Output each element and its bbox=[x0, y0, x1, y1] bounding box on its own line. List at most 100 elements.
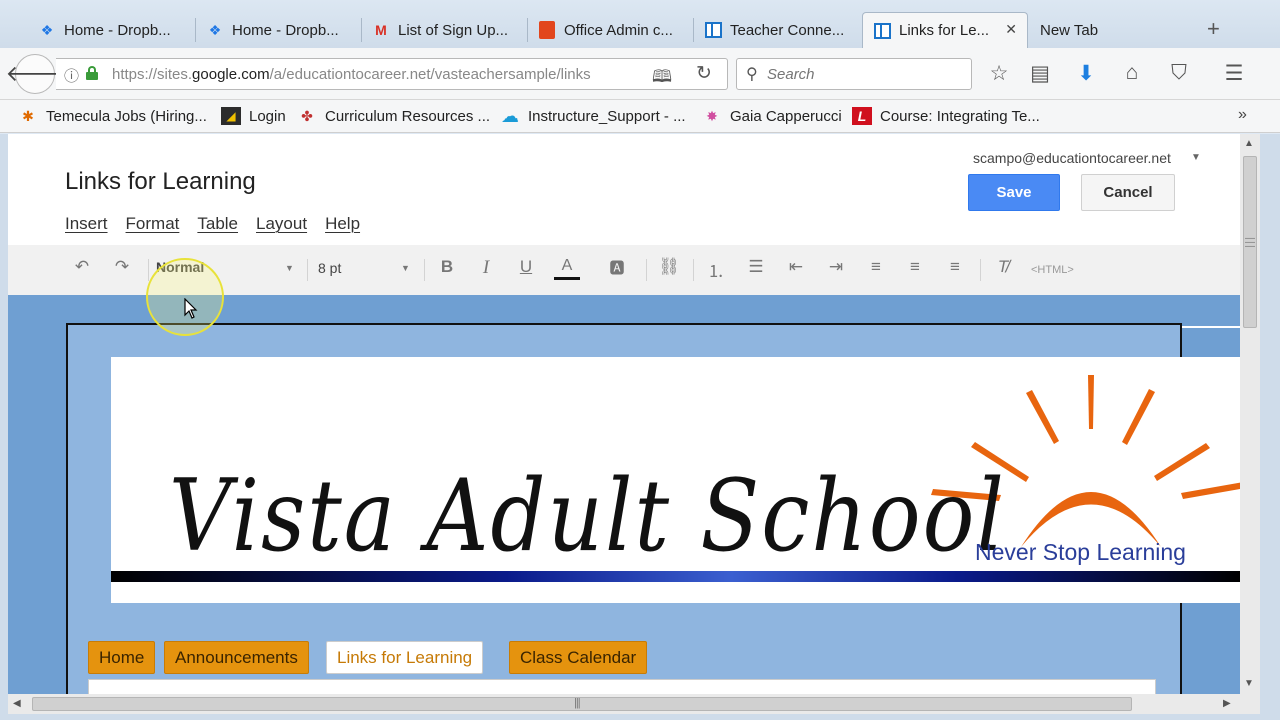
italic-button[interactable]: I bbox=[473, 257, 499, 279]
tab-label: List of Sign Up... bbox=[398, 21, 509, 39]
dropbox-icon: ❖ bbox=[40, 21, 54, 38]
bulleted-list-icon[interactable]: ☰ bbox=[743, 257, 769, 277]
bookmarks-toolbar: ✱ Temecula Jobs (Hiring... ◢ Login ✤ Cur… bbox=[0, 100, 1280, 133]
salesforce-icon: ☁ bbox=[501, 105, 519, 126]
bookmark-instructure-support[interactable]: ☁ Instructure_Support - ... bbox=[500, 105, 686, 126]
url-bar[interactable]: ⓘ https://sites.google.com/a/educationto… bbox=[56, 58, 728, 90]
align-left-icon[interactable]: ≡ bbox=[863, 257, 889, 277]
sites-editor-page: scampo@educationtocareer.net ▼ Links for… bbox=[8, 134, 1240, 694]
bookmark-login[interactable]: ◢ Login bbox=[221, 107, 286, 125]
site-nav-home[interactable]: Home bbox=[88, 641, 156, 674]
site-info-icon[interactable]: ⓘ bbox=[64, 65, 79, 86]
tab-office-admin[interactable]: Office Admin c... bbox=[528, 12, 694, 48]
bookmark-temecula-jobs[interactable]: ✱ Temecula Jobs (Hiring... bbox=[18, 107, 207, 125]
star-burst-icon: ✸ bbox=[706, 107, 718, 124]
tab-new-tab[interactable]: New Tab bbox=[1004, 12, 1184, 48]
gmail-icon: M bbox=[375, 22, 387, 38]
tab-label: New Tab bbox=[1040, 21, 1099, 39]
underline-button[interactable]: U bbox=[513, 257, 539, 277]
menu-insert[interactable]: Insert bbox=[65, 214, 108, 234]
page-canvas[interactable]: Vista Adult School Never Stop Learning H… bbox=[8, 295, 1240, 694]
sites-icon bbox=[873, 22, 891, 40]
course-icon: L bbox=[852, 107, 872, 125]
lock-icon bbox=[86, 66, 98, 80]
editor-menu-bar: Insert Format Table Layout Help bbox=[65, 214, 378, 234]
cursor-highlight bbox=[146, 258, 224, 336]
align-center-icon[interactable]: ≡ bbox=[902, 257, 928, 277]
login-icon: ◢ bbox=[221, 107, 241, 125]
bookmark-curriculum-resources[interactable]: ✤ Curriculum Resources ... bbox=[297, 107, 490, 125]
text-color-swatch bbox=[554, 277, 580, 280]
site-nav-class-calendar[interactable]: Class Calendar bbox=[509, 641, 648, 674]
html-source-button[interactable]: <HTML> bbox=[1031, 264, 1074, 276]
pocket-icon[interactable]: ⛉ bbox=[1166, 61, 1192, 85]
menu-table[interactable]: Table bbox=[197, 214, 238, 234]
bookmark-star-icon[interactable]: ☆ bbox=[986, 61, 1012, 86]
tab-label: Office Admin c... bbox=[564, 21, 673, 39]
link-icon[interactable]: ⛓ bbox=[656, 257, 682, 277]
banner-title: Vista Adult School bbox=[169, 459, 1006, 574]
tab-label: Home - Dropb... bbox=[64, 21, 171, 39]
bookmarks-overflow-icon[interactable]: » bbox=[1238, 106, 1247, 124]
text-color-button[interactable]: A bbox=[554, 257, 580, 275]
bookmark-gaia-capperucci[interactable]: ✸ Gaia Capperucci bbox=[702, 107, 842, 125]
menu-layout[interactable]: Layout bbox=[256, 214, 307, 234]
mouse-pointer-icon bbox=[184, 298, 198, 319]
tab-dropbox-2[interactable]: ❖ Home - Dropb... bbox=[196, 12, 362, 48]
reload-icon[interactable]: ↻ bbox=[696, 62, 712, 85]
tab-teacher-connect[interactable]: Teacher Conne... bbox=[694, 12, 860, 48]
tab-gmail[interactable]: M List of Sign Up... bbox=[362, 12, 528, 48]
chevron-down-icon[interactable]: ▼ bbox=[401, 263, 410, 273]
horizontal-scrollbar[interactable] bbox=[8, 694, 1260, 714]
cancel-button[interactable]: Cancel bbox=[1081, 174, 1175, 211]
numbered-list-icon[interactable]: ⒈ bbox=[703, 257, 729, 282]
site-banner[interactable]: Vista Adult School Never Stop Learning bbox=[111, 357, 1240, 603]
tab-label: Teacher Conne... bbox=[730, 21, 845, 39]
home-icon[interactable]: ⌂ bbox=[1119, 61, 1145, 85]
align-right-icon[interactable]: ≡ bbox=[942, 257, 968, 277]
menu-format[interactable]: Format bbox=[126, 214, 180, 234]
menu-help[interactable]: Help bbox=[325, 214, 360, 234]
dropbox-icon: ❖ bbox=[208, 21, 222, 38]
banner-tagline: Never Stop Learning bbox=[975, 539, 1186, 565]
scroll-down-arrow-icon[interactable]: ▼ bbox=[1244, 678, 1254, 689]
decrease-indent-icon[interactable]: ⇤ bbox=[783, 257, 809, 277]
scroll-up-arrow-icon[interactable]: ▲ bbox=[1244, 138, 1254, 149]
back-button[interactable]: 🡐 bbox=[6, 54, 65, 94]
curriculum-icon: ✤ bbox=[301, 107, 313, 124]
account-email[interactable]: scampo@educationtocareer.net bbox=[973, 150, 1171, 166]
search-input[interactable] bbox=[767, 63, 963, 85]
highlight-color-icon[interactable]: 🅰 bbox=[604, 257, 630, 278]
scroll-right-arrow-icon[interactable]: ▶ bbox=[1223, 698, 1231, 709]
save-button[interactable]: Save bbox=[968, 174, 1060, 211]
horizontal-scroll-thumb[interactable] bbox=[32, 697, 1132, 711]
download-icon[interactable]: ⬇ bbox=[1073, 61, 1099, 86]
new-tab-plus-icon[interactable]: + bbox=[1207, 16, 1220, 42]
search-icon: ⚲ bbox=[746, 66, 758, 83]
increase-indent-icon[interactable]: ⇥ bbox=[823, 257, 849, 277]
font-size-select[interactable]: 8 pt bbox=[318, 260, 341, 276]
tab-label: Links for Le... bbox=[899, 22, 990, 39]
page-title: Links for Learning bbox=[65, 168, 256, 195]
undo-icon[interactable]: ↶ bbox=[69, 257, 95, 277]
office-icon bbox=[538, 21, 556, 39]
tab-label: Home - Dropb... bbox=[232, 21, 339, 39]
chevron-down-icon[interactable]: ▼ bbox=[285, 263, 294, 273]
bookmark-course-integrating[interactable]: L Course: Integrating Te... bbox=[852, 107, 1040, 125]
account-chevron-down-icon[interactable]: ▼ bbox=[1191, 152, 1201, 163]
bookmarks-library-icon[interactable]: ▤ bbox=[1027, 61, 1053, 86]
redo-icon[interactable]: ↷ bbox=[109, 257, 135, 277]
site-nav-announcements[interactable]: Announcements bbox=[164, 641, 309, 674]
scroll-left-arrow-icon[interactable]: ◀ bbox=[13, 698, 21, 709]
content-area[interactable] bbox=[88, 679, 1156, 694]
bold-button[interactable]: B bbox=[434, 257, 460, 277]
clear-formatting-icon[interactable]: T̸ bbox=[990, 257, 1016, 277]
vertical-scrollbar[interactable] bbox=[1240, 134, 1260, 694]
tab-dropbox-1[interactable]: ❖ Home - Dropb... bbox=[28, 12, 196, 48]
search-box[interactable]: ⚲ bbox=[736, 58, 972, 90]
navigation-bar: 🡐 ⓘ https://sites.google.com/a/education… bbox=[0, 48, 1280, 100]
hamburger-menu-icon[interactable]: ☰ bbox=[1221, 61, 1247, 86]
reader-view-icon[interactable]: 🕮 bbox=[652, 64, 672, 93]
site-nav-links-for-learning[interactable]: Links for Learning bbox=[326, 641, 484, 674]
temecula-icon: ✱ bbox=[22, 107, 34, 124]
